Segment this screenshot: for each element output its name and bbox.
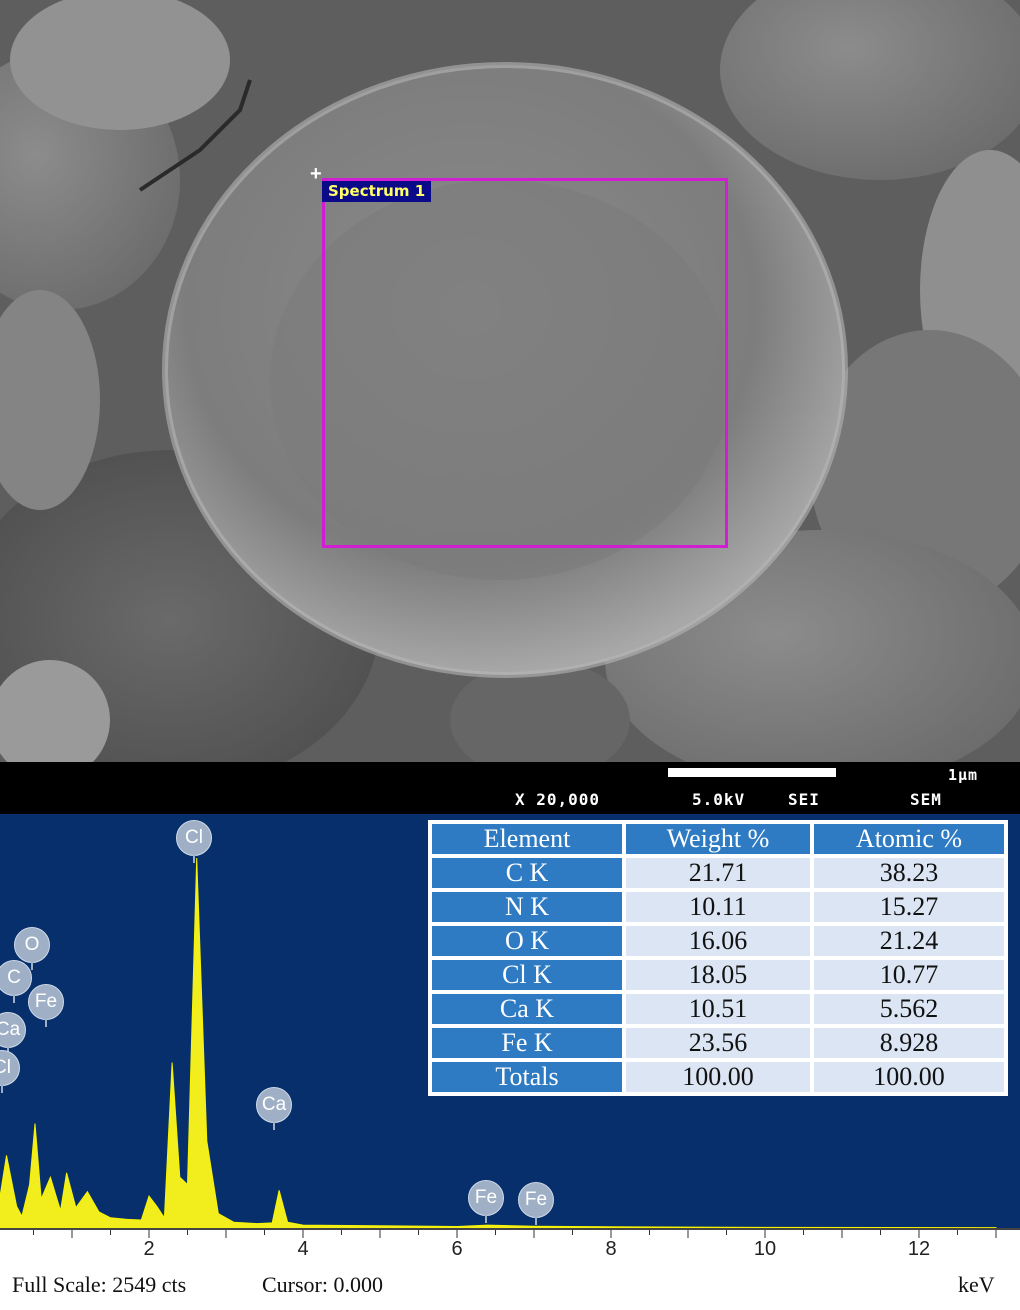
table-row: Fe K 23.56 8.928	[432, 1028, 1004, 1058]
peak-label-fe-l: Fe	[28, 984, 64, 1027]
peak-label-cl: Cl	[176, 820, 212, 863]
magnification: X 20,000	[515, 790, 601, 809]
full-scale-readout: Full Scale: 2549 cts	[12, 1272, 187, 1297]
cell-weight: 100.00	[626, 1062, 810, 1092]
header-atomic: Atomic %	[814, 824, 1004, 854]
cell-atomic: 21.24	[814, 926, 1004, 956]
cell-element: O K	[432, 926, 622, 956]
table-row: O K 16.06 21.24	[432, 926, 1004, 956]
cell-weight: 23.56	[626, 1028, 810, 1058]
header-weight: Weight %	[626, 824, 810, 854]
spectrum-roi-box[interactable]	[322, 178, 728, 548]
cell-element: N K	[432, 892, 622, 922]
sem-info-bar: 1µm X 20,000 5.0kV SEI SEM	[0, 762, 1020, 814]
tick-label: 12	[907, 1238, 931, 1260]
tick-label: 6	[451, 1238, 463, 1260]
spectrum-x-axis: 2 4 6 8 10 12 Full Scale: 2549 cts Cursor: 0.…	[0, 1228, 1020, 1310]
cell-element: C K	[432, 858, 622, 888]
cell-atomic: 8.928	[814, 1028, 1004, 1058]
cell-weight: 10.51	[626, 994, 810, 1024]
peak-label-fe-ka: Fe	[468, 1180, 504, 1223]
tick-label: 4	[297, 1238, 309, 1260]
cell-atomic: 10.77	[814, 960, 1004, 990]
spectrum-roi-label: Spectrum 1	[322, 181, 432, 202]
axis-unit-label: keV	[958, 1272, 995, 1297]
cell-atomic: 100.00	[814, 1062, 1004, 1092]
cell-atomic: 15.27	[814, 892, 1004, 922]
table-row: Cl K 18.05 10.77	[432, 960, 1004, 990]
cell-element: Cl K	[432, 960, 622, 990]
tick-label: 2	[143, 1238, 155, 1260]
cell-weight: 10.11	[626, 892, 810, 922]
table-header-row: Element Weight % Atomic %	[432, 824, 1004, 854]
cell-atomic: 38.23	[814, 858, 1004, 888]
sem-micrograph: + Spectrum 1	[0, 0, 1020, 762]
table-row: N K 10.11 15.27	[432, 892, 1004, 922]
tick-label: 10	[753, 1238, 777, 1260]
cursor-readout: Cursor: 0.000	[262, 1272, 383, 1297]
cell-weight: 18.05	[626, 960, 810, 990]
accelerating-voltage: 5.0kV	[692, 790, 746, 809]
roi-crosshair-icon: +	[310, 163, 322, 185]
peak-label-fe-kb: Fe	[518, 1182, 554, 1225]
cell-weight: 16.06	[626, 926, 810, 956]
table-row: Ca K 10.51 5.562	[432, 994, 1004, 1024]
cell-atomic: 5.562	[814, 994, 1004, 1024]
peak-label-ca-k: Ca	[256, 1087, 292, 1130]
detector-mode: SEI	[788, 790, 820, 809]
tick-label: 8	[605, 1238, 617, 1260]
eds-spectrum-panel: Cl O C Fe Ca Cl Ca Fe Fe Element Weight …	[0, 814, 1020, 1310]
eds-report-view: + Spectrum 1 1µm X 20,000 5.0kV SEI SEM …	[0, 0, 1020, 1310]
cell-element: Ca K	[432, 994, 622, 1024]
scale-bar	[668, 768, 836, 777]
cell-element: Totals	[432, 1062, 622, 1092]
peak-label-o: O	[14, 927, 50, 970]
scale-label: 1µm	[948, 766, 979, 784]
header-element: Element	[432, 824, 622, 854]
cell-weight: 21.71	[626, 858, 810, 888]
cell-element: Fe K	[432, 1028, 622, 1058]
table-row: Totals 100.00 100.00	[432, 1062, 1004, 1092]
quantification-table: Element Weight % Atomic % C K 21.71 38.2…	[428, 820, 1008, 1096]
table-row: C K 21.71 38.23	[432, 858, 1004, 888]
instrument-label: SEM	[910, 790, 942, 809]
